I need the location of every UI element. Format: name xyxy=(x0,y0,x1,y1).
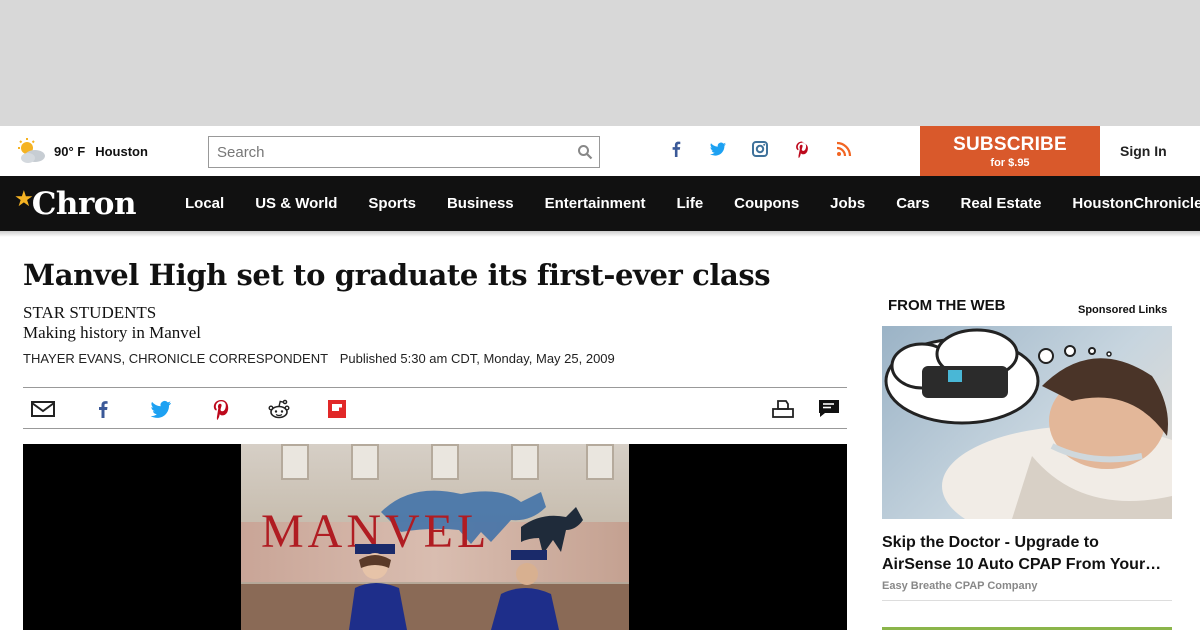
instagram-icon[interactable] xyxy=(746,140,774,162)
partly-cloudy-icon xyxy=(18,138,45,163)
article-kicker: STAR STUDENTS xyxy=(23,303,157,322)
weather-widget[interactable]: 90° F Houston xyxy=(16,138,148,164)
nav-item-real-estate[interactable]: Real Estate xyxy=(961,195,1042,212)
search-icon[interactable] xyxy=(577,144,593,160)
subscribe-label: SUBSCRIBE xyxy=(953,134,1067,155)
cpap-ad-graphic xyxy=(884,328,1172,519)
graduates-graphic xyxy=(349,544,559,630)
article-author[interactable]: THAYER EVANS, CHRONICLE CORRESPONDENT xyxy=(23,351,328,366)
logo-wordmark: Chron xyxy=(31,186,137,222)
sponsored-links-label[interactable]: Sponsored Links xyxy=(1078,304,1167,316)
sponsored-ad-title[interactable]: Skip the Doctor - Upgrade to AirSense 10… xyxy=(882,532,1172,576)
flipboard-icon[interactable] xyxy=(325,398,349,420)
share-bar xyxy=(23,387,847,429)
twitter-share-icon[interactable] xyxy=(149,398,173,420)
nav-item-entertainment[interactable]: Entertainment xyxy=(545,195,646,212)
weather-city: Houston xyxy=(95,143,148,159)
search-box xyxy=(208,136,600,168)
pinterest-share-icon[interactable] xyxy=(209,398,233,420)
nav-item-life[interactable]: Life xyxy=(677,195,704,212)
top-utility-bar: 90° F Houston SUBSCRIBE for $.95 Sign In xyxy=(0,126,1200,176)
nav-item-sports[interactable]: Sports xyxy=(368,195,416,212)
nav-item-houstonchronicle[interactable]: HoustonChronicle.com xyxy=(1072,195,1200,212)
article-byline: THAYER EVANS, CHRONICLE CORRESPONDENT Pu… xyxy=(23,351,847,367)
pinterest-icon[interactable] xyxy=(788,140,816,162)
article-published-date: Published 5:30 am CDT, Monday, May 25, 2… xyxy=(339,351,615,366)
nav-item-coupons[interactable]: Coupons xyxy=(734,195,799,212)
sign-in-link[interactable]: Sign In xyxy=(1120,143,1167,159)
nav-item-jobs[interactable]: Jobs xyxy=(830,195,865,212)
sponsored-ad-image[interactable] xyxy=(882,326,1172,519)
article-deck: Making history in Manvel xyxy=(23,323,202,342)
sidebar-divider xyxy=(882,600,1172,601)
weather-temperature: 90° F xyxy=(54,143,86,159)
email-icon[interactable] xyxy=(31,398,55,420)
nav-item-business[interactable]: Business xyxy=(447,195,514,212)
facebook-share-icon[interactable] xyxy=(91,398,115,420)
article-headline: Manvel High set to graduate its first-ev… xyxy=(23,258,771,292)
reddit-icon[interactable] xyxy=(267,398,291,420)
nav-item-cars[interactable]: Cars xyxy=(896,195,929,212)
nav-item-local[interactable]: Local xyxy=(185,195,224,212)
subscribe-button[interactable]: SUBSCRIBE for $.95 xyxy=(920,126,1100,176)
nav-items: Local US & World Sports Business Enterta… xyxy=(185,176,1200,231)
comment-icon[interactable] xyxy=(817,398,841,420)
article-header: Manvel High set to graduate its first-ev… xyxy=(23,255,847,367)
graduation-photo: MANVEL xyxy=(241,444,629,630)
sponsored-ad-source[interactable]: Easy Breathe CPAP Company xyxy=(882,580,1037,592)
top-ad-banner xyxy=(0,0,1200,126)
from-the-web-heading: FROM THE WEB xyxy=(888,297,1006,314)
twitter-icon[interactable] xyxy=(704,140,732,162)
subscribe-price: for $.95 xyxy=(990,157,1030,169)
nav-shadow xyxy=(0,231,1200,237)
rss-icon[interactable] xyxy=(830,140,858,162)
print-icon[interactable] xyxy=(771,398,795,420)
article-photo-container[interactable]: MANVEL xyxy=(23,444,847,630)
social-links xyxy=(662,140,872,162)
nav-item-us-world[interactable]: US & World xyxy=(255,195,337,212)
main-navigation: ★ Chron Local US & World Sports Business… xyxy=(0,176,1200,231)
search-input[interactable] xyxy=(209,137,569,167)
chron-logo[interactable]: ★ Chron xyxy=(14,186,137,222)
facebook-icon[interactable] xyxy=(662,140,690,162)
